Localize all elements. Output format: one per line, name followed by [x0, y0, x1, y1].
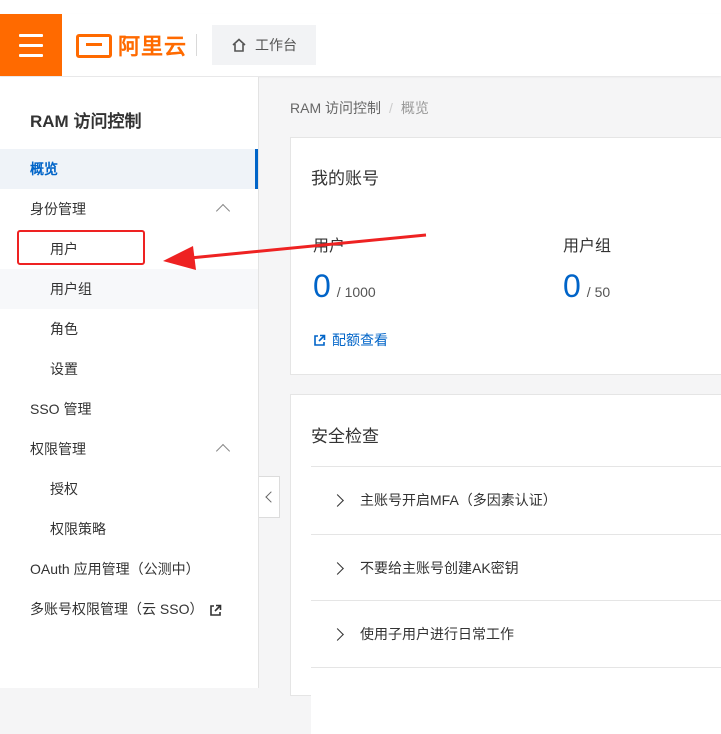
sidebar-item-permission-management[interactable]: 权限管理 — [0, 429, 258, 469]
sidebar-item-settings[interactable]: 设置 — [0, 349, 258, 389]
menu-toggle-button[interactable] — [0, 14, 62, 76]
sidebar-item-identity-management[interactable]: 身份管理 — [0, 189, 258, 229]
users-stat-label: 用户 — [313, 238, 346, 255]
annotation-highlight-box — [17, 230, 145, 265]
sidebar-item-oauth-apps[interactable]: OAuth 应用管理（公测中） — [0, 549, 258, 589]
chevron-right-icon — [331, 493, 344, 507]
aliyun-logo-icon — [76, 34, 112, 58]
users-stat-value[interactable]: 0 / 1000 — [313, 268, 376, 305]
chevron-right-icon — [331, 627, 344, 641]
chevron-right-icon — [331, 561, 344, 575]
sidebar-item-user-groups[interactable]: 用户组 — [0, 269, 258, 309]
home-icon — [232, 38, 246, 52]
browser-top-strip — [0, 0, 721, 15]
security-check-item[interactable] — [311, 667, 721, 734]
sidebar-item-policies[interactable]: 权限策略 — [0, 509, 258, 549]
workbench-label: 工作台 — [255, 37, 297, 53]
workbench-button[interactable]: 工作台 — [212, 25, 316, 65]
breadcrumb: RAM 访问控制 / 概览 — [290, 98, 429, 118]
sidebar-item-cloud-sso[interactable]: 多账号权限管理（云 SSO） — [0, 589, 258, 629]
card-title: 我的账号 — [311, 169, 379, 188]
security-check-item[interactable]: 不要给主账号创建AK密钥 — [311, 534, 721, 601]
external-link-icon — [210, 604, 222, 616]
collapse-sidebar-button[interactable] — [259, 476, 280, 518]
breadcrumb-current: 概览 — [400, 100, 429, 116]
hamburger-icon — [19, 33, 43, 37]
sidebar-item-roles[interactable]: 角色 — [0, 309, 258, 349]
sidebar: RAM 访问控制 概览 身份管理 用户 用户组 角色 设置 SSO 管理 权限管… — [0, 77, 259, 688]
chevron-up-icon — [215, 203, 231, 219]
chevron-left-icon — [264, 491, 277, 503]
sidebar-item-sso-management[interactable]: SSO 管理 — [0, 389, 258, 429]
sidebar-title: RAM 访问控制 — [30, 112, 142, 131]
security-check-item[interactable]: 使用子用户进行日常工作 — [311, 600, 721, 667]
groups-stat-value[interactable]: 0 / 50 — [563, 268, 610, 305]
security-check-item[interactable]: 主账号开启MFA（多因素认证） — [311, 466, 721, 533]
chevron-up-icon — [215, 443, 231, 459]
external-link-icon — [314, 334, 326, 346]
groups-stat-label: 用户组 — [563, 238, 612, 255]
header-divider — [196, 34, 197, 56]
sidebar-item-grants[interactable]: 授权 — [0, 469, 258, 509]
top-navigation-bar: 阿里云 工作台 — [0, 14, 721, 76]
sidebar-item-overview[interactable]: 概览 — [0, 149, 258, 189]
brand-name: 阿里云 — [118, 34, 188, 59]
my-account-card: 我的账号 用户 0 / 1000 用户组 0 / 50 配额查看 — [290, 137, 721, 375]
breadcrumb-root[interactable]: RAM 访问控制 — [290, 100, 381, 116]
aliyun-logo[interactable]: 阿里云 — [76, 31, 187, 59]
breadcrumb-separator: / — [389, 100, 393, 116]
card-title: 安全检查 — [311, 427, 379, 446]
quota-view-link[interactable]: 配额查看 — [313, 330, 388, 350]
security-check-card: 安全检查 主账号开启MFA（多因素认证） 不要给主账号创建AK密钥 使用子用户进… — [290, 394, 721, 734]
